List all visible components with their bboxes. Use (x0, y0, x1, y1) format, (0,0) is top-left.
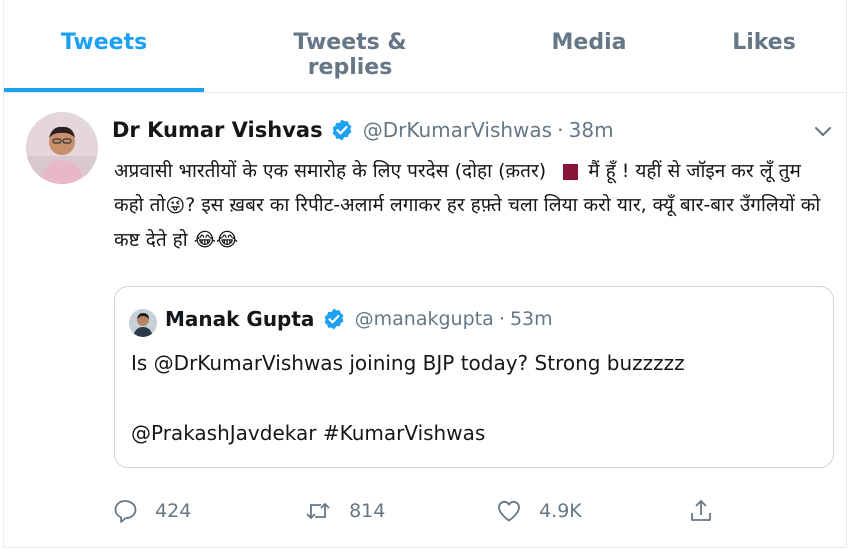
tab-tweets-label: Tweets (60, 30, 148, 55)
retweet-count: 814 (349, 500, 386, 522)
verified-badge-icon (332, 119, 352, 141)
tab-likes[interactable]: Likes (704, 30, 824, 92)
tab-tweets[interactable]: Tweets (4, 30, 204, 92)
like-button[interactable]: 4.9K (496, 498, 582, 534)
tweet-actions: 424 814 4.9K (112, 498, 732, 534)
share-icon (691, 500, 711, 521)
quoted-text-line2: @PrakashJavdekar #KumarVishwas (131, 421, 486, 445)
reply-icon (114, 500, 137, 523)
quoted-author-avatar (129, 309, 157, 337)
reply-button[interactable]: 424 (112, 498, 191, 534)
tweet-text-part1: अप्रवासी भारतीयों के एक समारोह के लिए पर… (114, 160, 547, 182)
laughing-emoji: 😂😂 (193, 229, 239, 251)
profile-tabs: Tweets Tweets & replies Media Likes (4, 0, 846, 93)
tab-media[interactable]: Media (524, 30, 654, 92)
chevron-down-icon[interactable] (812, 120, 834, 142)
tweet-text: अप्रवासी भारतीयों के एक समारोह के लिए पर… (114, 154, 834, 257)
quoted-text-line1: Is @DrKumarVishwas joining BJP today? St… (131, 351, 685, 375)
reply-count: 424 (155, 500, 192, 522)
verified-badge-icon (324, 308, 343, 330)
wink-emoji: 😜 (165, 194, 186, 217)
quoted-author-name: Manak Gupta (165, 307, 315, 331)
quoted-tweet[interactable]: Manak Gupta @manakgupta · 53m Is @DrKuma… (114, 286, 834, 468)
author-avatar[interactable] (26, 112, 98, 184)
tab-media-label: Media (551, 30, 627, 55)
quoted-timestamp: 53m (509, 308, 553, 330)
quoted-separator-dot: · (498, 308, 505, 330)
active-tab-indicator (4, 88, 204, 92)
tab-tweets-and-replies[interactable]: Tweets & replies (250, 30, 450, 92)
author-name[interactable]: Dr Kumar Vishvas (112, 118, 323, 142)
retweet-button[interactable]: 814 (304, 498, 385, 534)
tweet-header: Dr Kumar Vishvas @DrKumarVishwas · 38m (112, 118, 614, 148)
profile-timeline: Tweets Tweets & replies Media Likes Dr K… (3, 0, 847, 548)
separator-dot: · (557, 118, 564, 142)
share-button[interactable] (688, 498, 714, 534)
quoted-author-handle: @manakgupta (354, 308, 494, 330)
tab-tweets-and-replies-label: Tweets & replies (293, 30, 407, 80)
quoted-tweet-header: Manak Gupta @manakgupta · 53m (165, 307, 553, 337)
qatar-flag-icon (556, 163, 579, 180)
heart-icon (498, 500, 520, 522)
author-handle[interactable]: @DrKumarVishwas (363, 118, 552, 142)
tab-likes-label: Likes (732, 30, 796, 55)
like-count: 4.9K (539, 500, 582, 522)
retweet-icon (306, 503, 330, 519)
tweet-timestamp[interactable]: 38m (569, 118, 614, 142)
